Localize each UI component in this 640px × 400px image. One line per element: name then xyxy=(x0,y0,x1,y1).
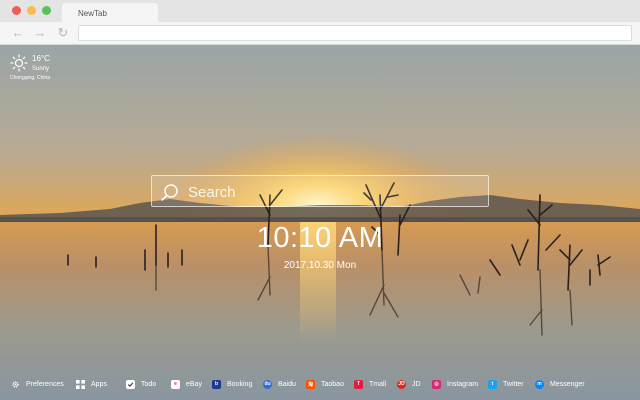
tmall-label: Tmall xyxy=(369,380,387,388)
search-input[interactable] xyxy=(188,180,478,204)
reload-icon[interactable]: ↻ xyxy=(55,25,71,41)
ebay-icon: e xyxy=(171,379,180,389)
twitter-icon: t xyxy=(488,379,497,389)
apps-button[interactable]: Apps xyxy=(76,376,107,392)
address-bar[interactable] xyxy=(78,25,632,41)
baidu-label: Baidu xyxy=(278,380,296,388)
tab-newtab[interactable]: NewTab xyxy=(62,3,158,22)
apps-grid-icon xyxy=(76,379,85,389)
shortcut-bar: Preferences Apps Todo e eBay b Booking d… xyxy=(0,376,640,392)
baidu-icon: du xyxy=(263,379,272,389)
browser-titlebar: NewTab xyxy=(0,0,640,22)
booking-label: Booking xyxy=(227,380,253,388)
sun-icon xyxy=(10,54,28,72)
clock-time: 10:10 AM xyxy=(256,222,384,254)
minimize-window-button[interactable] xyxy=(27,6,36,15)
forward-arrow-icon[interactable]: → xyxy=(32,25,48,41)
shortcut-jd[interactable]: JD JD xyxy=(397,376,421,392)
weather-condition: Sunny xyxy=(32,66,50,72)
search-icon[interactable] xyxy=(160,182,180,202)
shortcut-booking[interactable]: b Booking xyxy=(212,376,252,392)
instagram-label: Instagram xyxy=(447,380,479,388)
tab-title: NewTab xyxy=(78,9,107,18)
shortcut-baidu[interactable]: du Baidu xyxy=(263,376,296,392)
shortcut-instagram[interactable]: ◎ Instagram xyxy=(432,376,478,392)
todo-check-icon xyxy=(126,379,135,389)
jd-label: JD xyxy=(412,380,421,388)
preferences-label: Preferences xyxy=(26,380,64,388)
browser-toolbar: ← → ↻ xyxy=(0,22,640,45)
search-box[interactable] xyxy=(151,175,489,207)
todo-label: Todo xyxy=(141,380,157,388)
messenger-label: Messenger xyxy=(550,380,585,388)
instagram-icon: ◎ xyxy=(432,379,441,389)
weather-temperature: 16°C xyxy=(32,54,50,63)
back-arrow-icon[interactable]: ← xyxy=(10,25,26,41)
messenger-icon: m xyxy=(535,379,544,389)
gear-icon xyxy=(12,380,19,388)
twitter-label: Twitter xyxy=(503,380,524,388)
close-window-button[interactable] xyxy=(12,6,21,15)
clock-date: 2017.10.30 Mon xyxy=(283,260,357,271)
ebay-label: eBay xyxy=(186,380,202,388)
taobao-label: Taobao xyxy=(321,380,344,388)
todo-button[interactable]: Todo xyxy=(126,376,156,392)
shortcut-messenger[interactable]: m Messenger xyxy=(535,376,585,392)
booking-icon: b xyxy=(212,379,221,389)
apps-label: Apps xyxy=(91,380,107,388)
jd-icon: JD xyxy=(397,379,406,389)
tmall-icon: T xyxy=(354,379,363,389)
taobao-icon: 淘 xyxy=(306,379,315,389)
shortcut-ebay[interactable]: e eBay xyxy=(171,376,202,392)
shortcut-twitter[interactable]: t Twitter xyxy=(488,376,524,392)
weather-location: Chongqing, China xyxy=(10,75,51,81)
shortcut-tmall[interactable]: T Tmall xyxy=(354,376,386,392)
shortcut-taobao[interactable]: 淘 Taobao xyxy=(306,376,344,392)
preferences-button[interactable]: Preferences xyxy=(11,376,64,392)
maximize-window-button[interactable] xyxy=(42,6,51,15)
